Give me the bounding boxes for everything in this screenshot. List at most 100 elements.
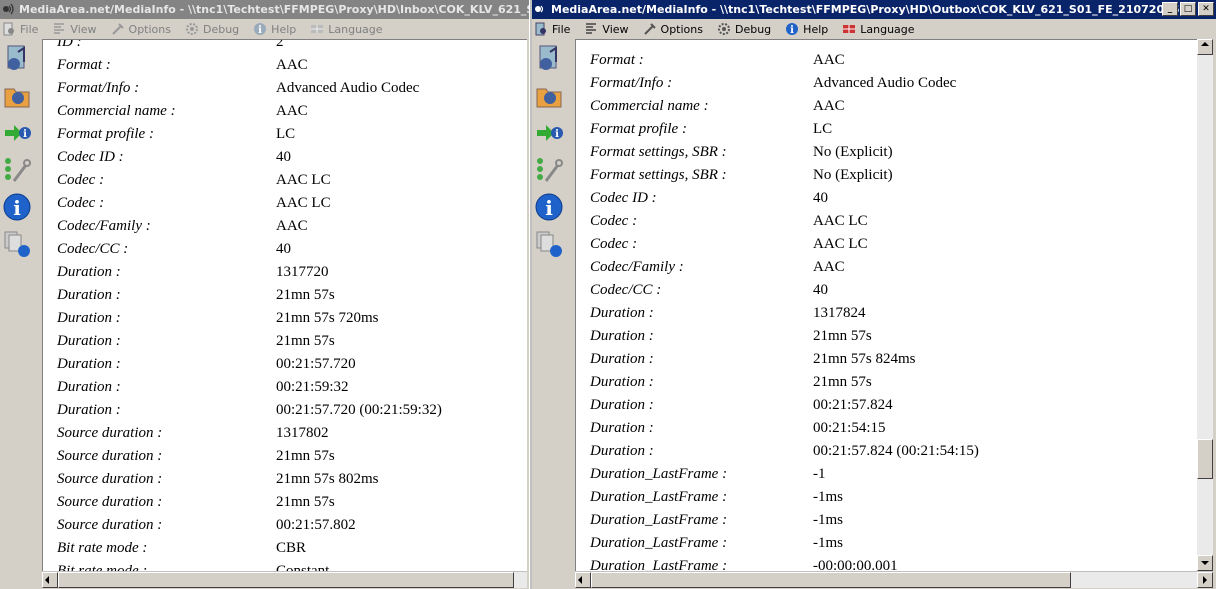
- debug-gear-icon: [717, 23, 730, 35]
- open-file-button[interactable]: [0, 42, 34, 76]
- info-value: LC: [813, 121, 833, 137]
- menu-options[interactable]: Options: [109, 22, 171, 36]
- info-value: 21mn 57s 824ms: [813, 351, 916, 367]
- info-key: Duration :: [590, 305, 654, 321]
- menu-language[interactable]: Language: [308, 22, 383, 36]
- minimize-button[interactable]: _: [1162, 2, 1178, 16]
- info-key: Source duration :: [57, 517, 163, 533]
- right-vertical-scrollbar[interactable]: [1197, 39, 1213, 571]
- preferences-button[interactable]: [532, 153, 566, 187]
- open-file-button[interactable]: [532, 42, 566, 76]
- info-key: Format settings, SBR :: [590, 167, 727, 183]
- menu-view-label: View: [70, 22, 97, 36]
- view-icon: [586, 23, 597, 34]
- info-key: Format settings, SBR :: [590, 144, 727, 160]
- info-key: Duration :: [590, 351, 654, 367]
- maximize-button[interactable]: □: [1180, 2, 1196, 16]
- file-icon: [535, 22, 546, 36]
- info-value: 21mn 57s 720ms: [276, 310, 379, 326]
- export-button[interactable]: i: [0, 116, 34, 150]
- web-files-icon: [4, 231, 30, 257]
- open-file-icon: [7, 45, 25, 70]
- left-info-pane[interactable]: ID : 2 Format : AAC Format/Info : Advanced Au…: [42, 39, 527, 573]
- menu-language[interactable]: Language: [840, 22, 915, 36]
- scroll-right-button[interactable]: [1197, 572, 1213, 588]
- info-value: No (Explicit): [813, 144, 893, 160]
- close-button[interactable]: ✕: [1198, 2, 1214, 16]
- right-menubar: File View Options Debug i Help Language: [532, 19, 1216, 39]
- menu-options[interactable]: Options: [641, 22, 703, 36]
- right-vscroll-thumb[interactable]: [1197, 439, 1213, 479]
- export-button[interactable]: i: [532, 116, 566, 150]
- menu-help[interactable]: i Help: [783, 22, 828, 36]
- left-menubar: File View Options Debug i Help Language: [0, 19, 529, 39]
- right-mediainfo-window: MediaArea.net/MediaInfo - \\tnc1\Techtes…: [532, 0, 1216, 589]
- info-value: 40: [813, 282, 828, 298]
- info-value: 00:21:57.802: [276, 517, 356, 533]
- options-icon: [111, 23, 124, 35]
- info-value: CBR: [276, 540, 307, 556]
- right-info-pane[interactable]: Format : AAC Format/Info : Advanced Audio C…: [575, 39, 1198, 573]
- info-key: Codec ID :: [590, 190, 657, 206]
- info-value: 2: [276, 39, 284, 50]
- right-side-toolbar: i i: [532, 39, 572, 589]
- view-icon: [54, 23, 65, 34]
- right-horizontal-scrollbar[interactable]: [575, 571, 1213, 588]
- knowledge-button[interactable]: [532, 227, 566, 261]
- preferences-icon: [537, 158, 563, 182]
- menu-file[interactable]: File: [532, 22, 570, 36]
- scroll-left-button[interactable]: [42, 572, 58, 588]
- menu-debug-label: Debug: [202, 22, 240, 36]
- preferences-button[interactable]: [0, 153, 34, 187]
- knowledge-button[interactable]: [0, 227, 34, 261]
- info-key: Format/Info :: [57, 80, 140, 96]
- info-key: Format profile :: [590, 121, 687, 137]
- info-key: Codec/CC :: [57, 241, 129, 257]
- left-window-title: MediaArea.net/MediaInfo - \\tnc1\Techtes…: [19, 3, 529, 16]
- right-title-bar[interactable]: MediaArea.net/MediaInfo - \\tnc1\Techtes…: [532, 0, 1216, 19]
- menu-file[interactable]: File: [0, 22, 38, 36]
- menu-debug[interactable]: Debug: [715, 22, 771, 36]
- menu-view[interactable]: View: [50, 22, 97, 36]
- language-icon: [843, 25, 856, 33]
- menu-debug-label: Debug: [734, 22, 772, 36]
- language-icon: [311, 25, 324, 33]
- info-key: Duration :: [57, 264, 121, 280]
- info-key: Format profile :: [57, 126, 154, 142]
- left-hscroll-thumb[interactable]: [58, 572, 514, 588]
- info-value: 21mn 57s: [276, 333, 335, 349]
- svg-text:i: i: [790, 25, 794, 36]
- right-window-title: MediaArea.net/MediaInfo - \\tnc1\Techtes…: [551, 3, 1192, 16]
- open-folder-button[interactable]: [0, 79, 34, 113]
- left-title-bar[interactable]: MediaArea.net/MediaInfo - \\tnc1\Techtes…: [0, 0, 529, 19]
- info-key: Duration :: [590, 420, 654, 436]
- info-value: 40: [276, 241, 291, 257]
- menu-view[interactable]: View: [582, 22, 629, 36]
- menu-help[interactable]: i Help: [251, 22, 296, 36]
- scroll-left-button[interactable]: [575, 572, 591, 588]
- info-key: Duration_LastFrame :: [590, 489, 728, 505]
- info-key: Duration :: [57, 310, 121, 326]
- info-value: 00:21:57.824: [813, 397, 893, 413]
- scroll-down-button[interactable]: [1197, 555, 1213, 571]
- about-button[interactable]: i: [532, 190, 566, 224]
- open-folder-button[interactable]: [532, 79, 566, 113]
- menu-language-label: Language: [860, 22, 915, 36]
- info-value: Advanced Audio Codec: [813, 75, 957, 91]
- info-key: Codec :: [590, 236, 638, 252]
- left-horizontal-scrollbar[interactable]: [42, 571, 527, 588]
- open-file-icon: [539, 45, 557, 70]
- menu-debug[interactable]: Debug: [183, 22, 239, 36]
- right-hscroll-thumb[interactable]: [591, 572, 1071, 588]
- about-button[interactable]: i: [0, 190, 34, 224]
- info-key: ID :: [57, 39, 82, 50]
- info-value: AAC: [813, 52, 845, 68]
- info-key: Duration_LastFrame :: [590, 512, 728, 528]
- scroll-up-button[interactable]: [1197, 39, 1213, 55]
- info-key: Duration :: [590, 328, 654, 344]
- info-value: AAC LC: [276, 195, 331, 211]
- info-key: Codec/Family :: [57, 218, 151, 234]
- info-value: 40: [276, 149, 291, 165]
- info-key: Format :: [590, 52, 644, 68]
- info-key: Bit rate mode :: [57, 540, 148, 556]
